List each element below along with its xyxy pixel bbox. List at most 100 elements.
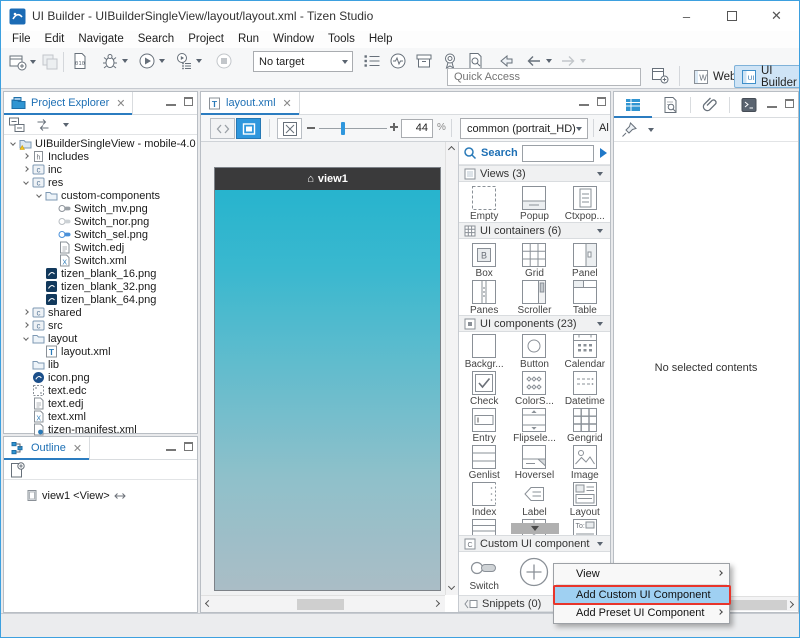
palette-item-image[interactable]: Image (560, 443, 610, 480)
canvas-vertical-scrollbar[interactable] (445, 142, 458, 595)
palette-scroll-down-button[interactable] (511, 523, 559, 534)
palette-item-table[interactable]: Table (560, 278, 610, 315)
tree-item-text-xml[interactable]: Xtext.xml (4, 410, 197, 423)
palette-item-datetime[interactable]: Datetime (560, 369, 610, 406)
palette-item-check[interactable]: Check (459, 369, 509, 406)
palette-item-multibuttonentry[interactable]: To: (560, 517, 610, 535)
tab-project-explorer[interactable]: Project Explorer ✕ (4, 92, 133, 115)
palette-item-button[interactable]: Button (509, 332, 559, 369)
palette-item-switch-custom[interactable]: Switch (459, 554, 509, 591)
tree-item-tizen-blank-16-png[interactable]: tizen_blank_16.png (4, 267, 197, 280)
maximize-panel-icon[interactable] (597, 97, 606, 106)
view-body[interactable] (215, 190, 440, 590)
tree-item-shared[interactable]: cshared (4, 306, 197, 319)
run-button[interactable] (138, 52, 165, 70)
palette-item-scroller[interactable]: Scroller (509, 278, 559, 315)
tab-attachments[interactable] (691, 92, 729, 118)
palette-item-grid[interactable]: Grid (509, 241, 559, 278)
zoom-level-input[interactable]: 44 (401, 119, 433, 138)
palette-item-genlist[interactable]: Genlist (459, 443, 509, 480)
palette-section-header-components[interactable]: UI components (23) (459, 315, 610, 332)
minimize-panel-icon[interactable] (166, 442, 176, 451)
phone-preview[interactable]: ⌂ view1 (214, 167, 441, 591)
collapse-all-icon[interactable] (8, 116, 26, 134)
scroll-right-icon[interactable] (433, 600, 440, 607)
outline-item-view1[interactable]: view1 <View> (4, 488, 197, 503)
scroll-right-icon[interactable] (787, 600, 794, 607)
new-wizard-button[interactable] (9, 53, 36, 71)
menu-help[interactable]: Help (362, 31, 400, 48)
save-all-button[interactable] (41, 53, 59, 71)
tab-properties[interactable] (614, 92, 652, 118)
design-canvas[interactable]: ⌂ view1 (201, 142, 445, 595)
tree-item-layout[interactable]: layout (4, 332, 197, 345)
menu-edit[interactable]: Edit (38, 31, 72, 48)
maximize-panel-icon[interactable] (184, 97, 193, 106)
run-configurations-button[interactable] (175, 52, 202, 70)
menu-navigate[interactable]: Navigate (71, 31, 130, 48)
tree-item-tizen-blank-32-png[interactable]: tizen_blank_32.png (4, 280, 197, 293)
zoom-slider-track[interactable] (319, 128, 387, 129)
palette-item-hoversel[interactable]: Hoversel (509, 443, 559, 480)
menu-run[interactable]: Run (231, 31, 266, 48)
search-go-icon[interactable] (600, 148, 607, 158)
add-view-icon[interactable] (8, 461, 26, 479)
menu-item-add-custom-ui-component[interactable]: Add Custom UI Component (554, 586, 729, 604)
close-icon[interactable]: ✕ (283, 97, 292, 110)
collapse-section-icon[interactable] (597, 542, 603, 546)
menu-tools[interactable]: Tools (321, 31, 362, 48)
scroll-down-icon[interactable] (448, 583, 455, 590)
scroll-left-icon[interactable] (205, 600, 212, 607)
tree-item-switch-mv-png[interactable]: Switch_mv.png (4, 202, 197, 215)
close-icon[interactable]: ✕ (116, 97, 125, 110)
tree-item-custom-components[interactable]: custom-components (4, 189, 197, 202)
open-perspective-button[interactable] (651, 66, 669, 84)
close-icon[interactable]: ✕ (754, 1, 799, 31)
tree-twistie-icon[interactable] (22, 178, 32, 188)
palette-item-empty[interactable]: Empty (459, 184, 509, 221)
tree-twistie-icon[interactable] (22, 334, 32, 344)
palette-item-calendar[interactable]: Calendar (560, 332, 610, 369)
menu-window[interactable]: Window (266, 31, 321, 48)
source-view-button[interactable] (210, 118, 235, 139)
collapse-section-icon[interactable] (597, 172, 603, 176)
chevron-down-icon[interactable] (546, 59, 552, 63)
tree-item-layout-xml[interactable]: Tlayout.xml (4, 345, 197, 358)
zoom-out-icon[interactable] (307, 127, 315, 129)
tree-item-text-edc[interactable]: text.edc (4, 384, 197, 397)
tree-item-tizen-blank-64-png[interactable]: tizen_blank_64.png (4, 293, 197, 306)
maximize-panel-icon[interactable] (184, 442, 193, 451)
tree-item-switch-edj[interactable]: Switch.edj (4, 241, 197, 254)
menu-item-add-preset-ui-component[interactable]: Add Preset UI Component (554, 604, 729, 622)
maximize-icon[interactable] (709, 1, 754, 31)
scroll-up-icon[interactable] (448, 146, 455, 153)
chevron-down-icon[interactable] (196, 59, 202, 63)
minimize-panel-icon[interactable] (767, 99, 777, 108)
canvas-horizontal-scrollbar[interactable] (201, 595, 445, 612)
profile-selector-combo[interactable]: common (portrait_HD) (460, 118, 588, 139)
tab-layout-xml[interactable]: T layout.xml ✕ (201, 92, 300, 115)
minimize-icon[interactable]: – (664, 1, 709, 31)
close-icon[interactable]: ✕ (73, 442, 82, 455)
chevron-down-icon[interactable] (30, 60, 36, 64)
tree-item-text-edj[interactable]: text.edj (4, 397, 197, 410)
chevron-down-icon[interactable] (648, 128, 654, 132)
link-with-editor-icon[interactable] (34, 116, 52, 134)
palette-section-header-custom[interactable]: CCustom UI components (1) (459, 535, 610, 552)
tab-outline[interactable]: Outline ✕ (4, 437, 90, 460)
view-menu-icon[interactable] (63, 123, 69, 127)
tree-twistie-icon[interactable] (22, 308, 32, 318)
tree-item-switch-xml[interactable]: XSwitch.xml (4, 254, 197, 267)
pin-icon[interactable] (620, 121, 638, 139)
debug-button[interactable] (101, 52, 128, 70)
palette-item-entry[interactable]: Entry (459, 406, 509, 443)
quick-access-input[interactable] (447, 68, 641, 86)
view-list-button[interactable] (363, 53, 381, 69)
tree-item-uibuildersingleview-mobile-4-0[interactable]: UIBuilderSingleView - mobile-4.0 (4, 137, 197, 150)
palette-item-panel[interactable]: Panel (560, 241, 610, 278)
palette-search-input[interactable] (522, 145, 594, 162)
collapse-section-icon[interactable] (597, 229, 603, 233)
palette-item-background[interactable]: Backgr... (459, 332, 509, 369)
tree-twistie-icon[interactable] (22, 152, 32, 162)
tree-item-switch-sel-png[interactable]: Switch_sel.png (4, 228, 197, 241)
